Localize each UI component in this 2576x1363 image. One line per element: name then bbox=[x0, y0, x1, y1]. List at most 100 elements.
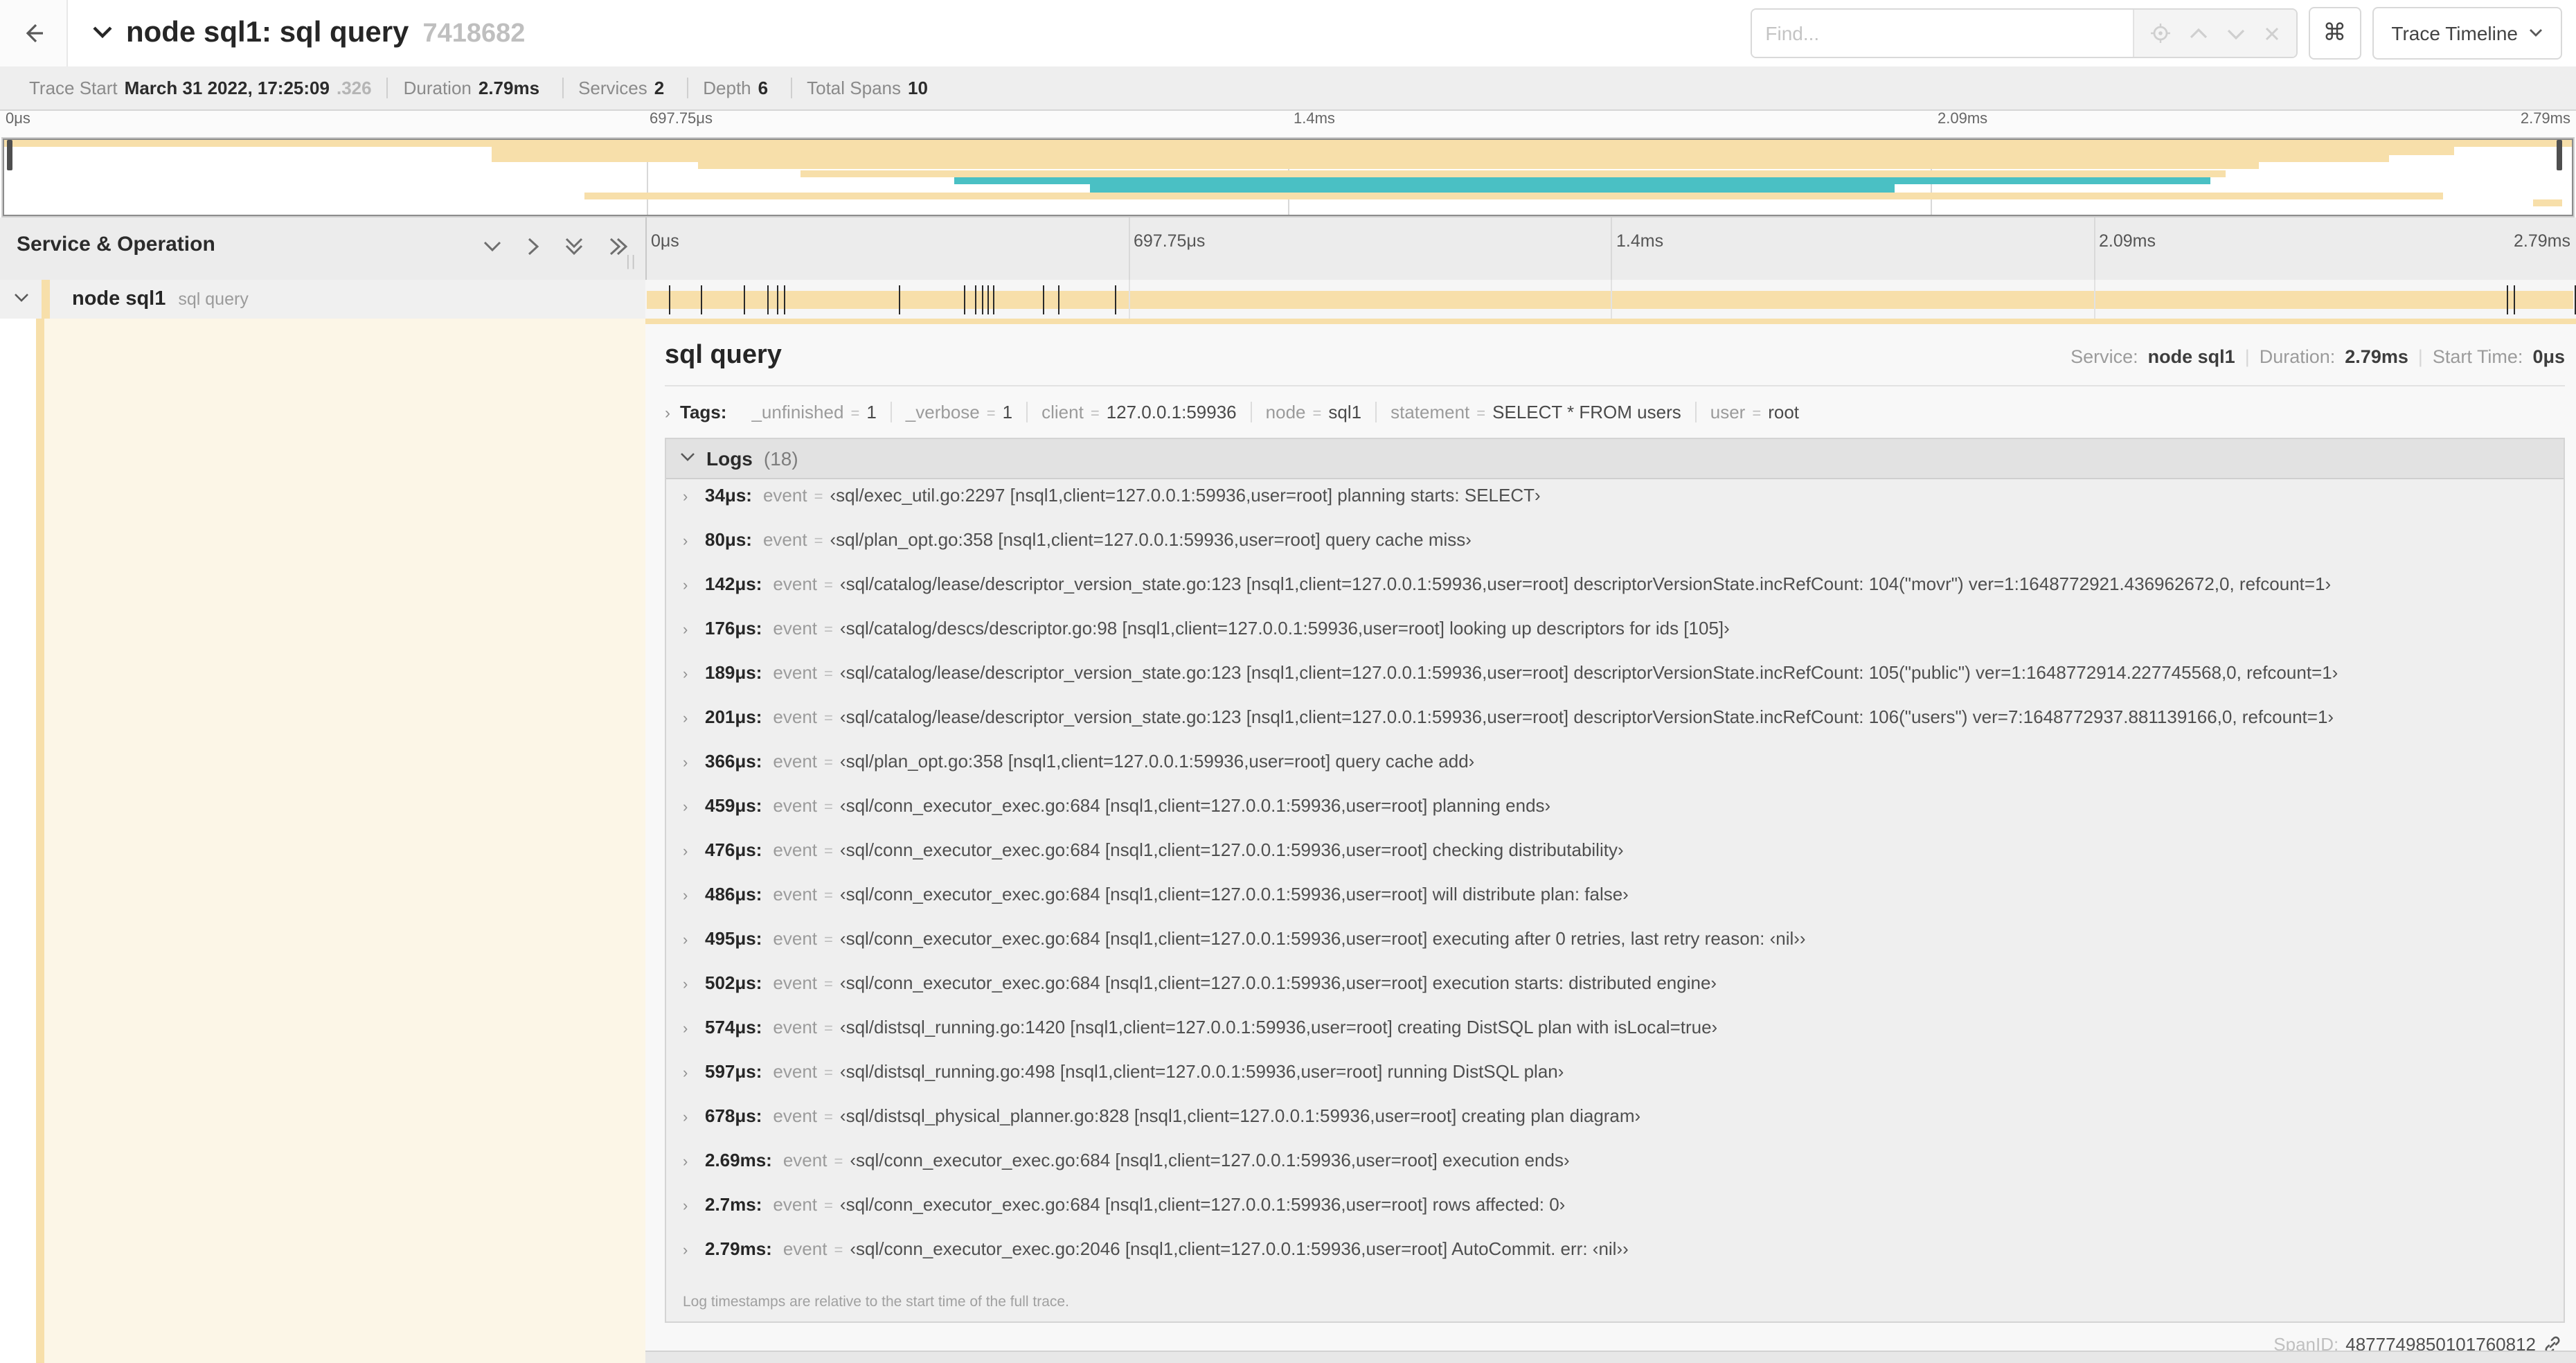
log-row[interactable]: › 34μs: event = ‹sql/exec_util.go:2297 [… bbox=[666, 485, 2564, 529]
minimap-span bbox=[1090, 184, 1895, 193]
divider bbox=[665, 385, 2565, 386]
column-resizer-grip[interactable]: || bbox=[626, 253, 636, 270]
tags-label: Tags: bbox=[680, 402, 727, 422]
log-row[interactable]: › 176μs: event = ‹sql/catalog/descs/desc… bbox=[666, 618, 2564, 662]
ruler-tick-label: 2.09ms bbox=[1938, 111, 1988, 127]
keyboard-shortcuts-button[interactable]: ⌘ bbox=[2308, 7, 2361, 60]
focus-target-icon[interactable] bbox=[2150, 24, 2170, 43]
log-row[interactable]: › 201μs: event = ‹sql/catalog/lease/desc… bbox=[666, 706, 2564, 751]
trace-id: 7418682 bbox=[422, 19, 526, 48]
close-icon[interactable] bbox=[2264, 26, 2279, 41]
equals-sign: = bbox=[824, 844, 833, 860]
log-row[interactable]: › 678μs: event = ‹sql/distsql_physical_p… bbox=[666, 1105, 2564, 1150]
tag-key: statement bbox=[1390, 402, 1470, 422]
log-row[interactable]: › 2.69ms: event = ‹sql/conn_executor_exe… bbox=[666, 1150, 2564, 1194]
tag-item: node = sql1 bbox=[1252, 402, 1377, 422]
equals-sign: = bbox=[814, 489, 823, 506]
log-row[interactable]: › 597μs: event = ‹sql/distsql_running.go… bbox=[666, 1061, 2564, 1105]
log-marker bbox=[776, 285, 778, 314]
equals-sign: = bbox=[834, 1154, 843, 1170]
log-row[interactable]: › 486μs: event = ‹sql/conn_executor_exec… bbox=[666, 884, 2564, 928]
collapse-controls bbox=[482, 234, 630, 259]
log-message: ‹sql/catalog/lease/descriptor_version_st… bbox=[839, 662, 2338, 683]
scrubber-left-handle[interactable] bbox=[6, 140, 12, 170]
log-message: ‹sql/conn_executor_exec.go:684 [nsql1,cl… bbox=[850, 1150, 1570, 1170]
log-row[interactable]: › 366μs: event = ‹sql/plan_opt.go:358 [n… bbox=[666, 751, 2564, 795]
log-row[interactable]: › 574μs: event = ‹sql/distsql_running.go… bbox=[666, 1017, 2564, 1061]
chevron-right-icon: › bbox=[683, 755, 688, 772]
detail-accent-bar bbox=[645, 319, 2576, 324]
gridline bbox=[1128, 217, 1129, 280]
log-row[interactable]: › 459μs: event = ‹sql/conn_executor_exec… bbox=[666, 795, 2564, 839]
log-row[interactable]: › 189μs: event = ‹sql/catalog/lease/desc… bbox=[666, 662, 2564, 706]
equals-sign: = bbox=[824, 1198, 833, 1215]
chevron-up-icon[interactable] bbox=[2189, 27, 2207, 39]
chevron-down-icon[interactable] bbox=[2226, 27, 2244, 39]
log-marker bbox=[744, 285, 746, 314]
log-marker bbox=[784, 285, 786, 314]
log-field-key: event bbox=[773, 618, 818, 639]
chevron-right-icon: › bbox=[683, 977, 688, 993]
log-timestamp: 678μs: bbox=[705, 1105, 762, 1126]
log-row[interactable]: › 2.7ms: event = ‹sql/conn_executor_exec… bbox=[666, 1194, 2564, 1238]
equals-sign: = bbox=[824, 977, 833, 993]
chevron-down-icon[interactable] bbox=[93, 21, 112, 46]
gridline bbox=[2093, 217, 2095, 280]
tag-key: _unfinished bbox=[751, 402, 844, 422]
trace-summary-bar: Trace Start March 31 2022, 17:25:09 .326… bbox=[0, 66, 2576, 111]
log-message: ‹sql/conn_executor_exec.go:684 [nsql1,cl… bbox=[839, 1194, 1566, 1215]
equals-sign: = bbox=[850, 406, 860, 422]
equals-sign: = bbox=[1752, 406, 1762, 422]
chevron-right-icon: › bbox=[683, 666, 688, 683]
detail-left-gutter bbox=[0, 319, 36, 1363]
chevron-down-icon bbox=[2529, 26, 2543, 41]
minimap-span bbox=[954, 177, 2210, 185]
ruler-tick-label: 0μs bbox=[651, 231, 679, 251]
trace-timeline-page: node sql1: sql query 7418682 ⌘ Trace Tim… bbox=[0, 0, 2576, 1363]
chevron-right-icon: › bbox=[683, 932, 688, 949]
log-field-key: event bbox=[773, 573, 818, 594]
log-timestamp: 201μs: bbox=[705, 706, 762, 727]
log-field-key: event bbox=[773, 706, 818, 727]
equals-sign: = bbox=[824, 578, 833, 594]
ruler-tick-label: 0μs bbox=[6, 111, 30, 127]
collapse-all-icon[interactable] bbox=[564, 234, 584, 259]
expand-one-icon[interactable] bbox=[525, 234, 542, 259]
log-timestamp: 2.79ms: bbox=[705, 1238, 772, 1259]
log-row[interactable]: › 142μs: event = ‹sql/catalog/lease/desc… bbox=[666, 573, 2564, 618]
span-duration-bar[interactable] bbox=[647, 291, 2573, 309]
find-input[interactable] bbox=[1751, 10, 2133, 57]
log-row[interactable]: › 476μs: event = ‹sql/conn_executor_exec… bbox=[666, 839, 2564, 884]
command-icon: ⌘ bbox=[2323, 19, 2347, 46]
log-message: ‹sql/conn_executor_exec.go:684 [nsql1,cl… bbox=[839, 795, 1551, 816]
log-marker bbox=[975, 285, 977, 314]
summary-value: 10 bbox=[908, 78, 928, 98]
log-timestamp: 176μs: bbox=[705, 618, 762, 639]
log-row[interactable]: › 495μs: event = ‹sql/conn_executor_exec… bbox=[666, 928, 2564, 972]
span-row-name-cell[interactable]: node sql1 sql query bbox=[0, 280, 645, 319]
ruler-tick-label: 2.09ms bbox=[2099, 231, 2156, 251]
view-options-button[interactable]: Trace Timeline bbox=[2372, 7, 2562, 60]
log-timestamp: 142μs: bbox=[705, 573, 762, 594]
logs-header[interactable]: Logs (18) bbox=[666, 439, 2564, 479]
log-row[interactable]: › 2.79ms: event = ‹sql/conn_executor_exe… bbox=[666, 1238, 2564, 1283]
log-timestamp: 2.69ms: bbox=[705, 1150, 772, 1170]
chevron-down-icon[interactable] bbox=[0, 291, 42, 308]
minimap-canvas[interactable] bbox=[3, 139, 2573, 216]
tags-row[interactable]: › Tags: _unfinished = 1 _verbose = 1 cli… bbox=[665, 402, 2565, 422]
back-button[interactable] bbox=[0, 0, 68, 66]
log-timestamp: 486μs: bbox=[705, 884, 762, 905]
equals-sign: = bbox=[834, 1242, 843, 1259]
log-row[interactable]: › 502μs: event = ‹sql/conn_executor_exec… bbox=[666, 972, 2564, 1017]
log-message: ‹sql/distsql_physical_planner.go:828 [ns… bbox=[839, 1105, 1641, 1126]
log-timestamp: 476μs: bbox=[705, 839, 762, 860]
collapse-one-icon[interactable] bbox=[482, 234, 503, 259]
log-marker bbox=[898, 285, 900, 314]
log-timestamp: 459μs: bbox=[705, 795, 762, 816]
chevron-right-icon: › bbox=[683, 1242, 688, 1259]
chevron-right-icon: › bbox=[683, 1198, 688, 1215]
scrubber-right-handle[interactable] bbox=[2556, 140, 2562, 170]
page-title: node sql1: sql query bbox=[126, 17, 409, 48]
log-row[interactable]: › 80μs: event = ‹sql/plan_opt.go:358 [ns… bbox=[666, 529, 2564, 573]
tag-key: client bbox=[1041, 402, 1084, 422]
